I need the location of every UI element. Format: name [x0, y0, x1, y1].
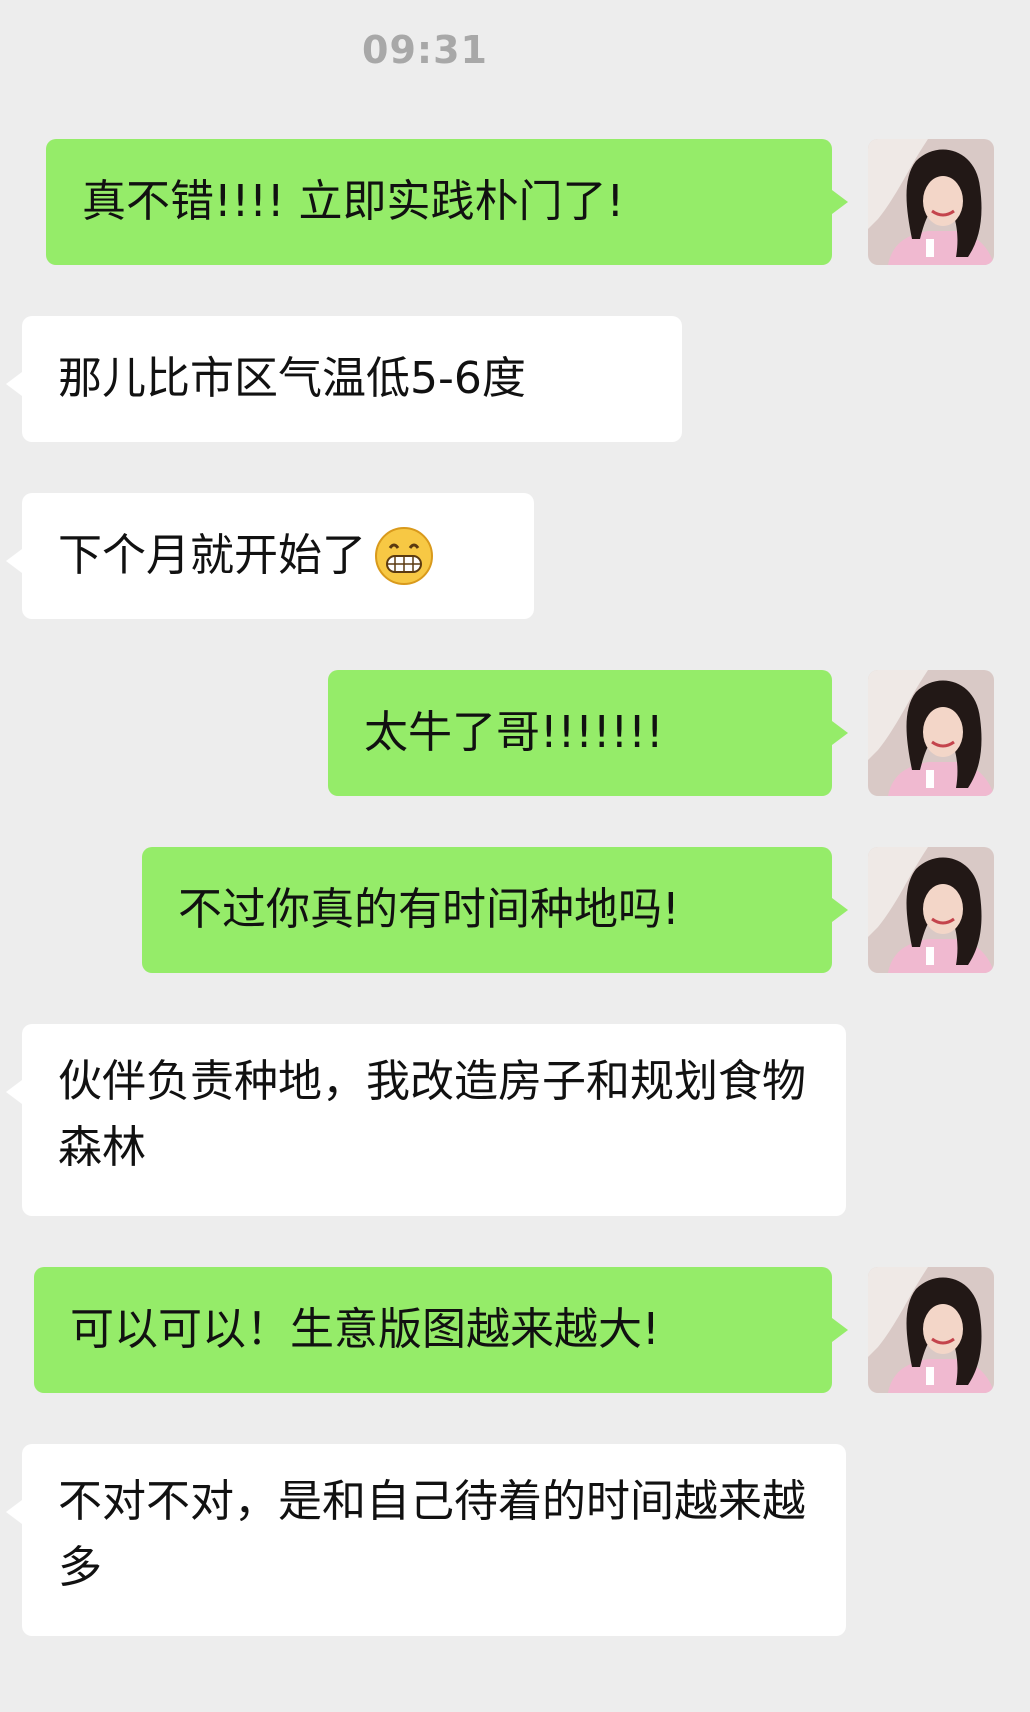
avatar-photo-icon — [868, 139, 994, 265]
message-text: 下个月就开始了 — [58, 530, 366, 581]
message-text: 那儿比市区气温低5-6度 — [58, 353, 526, 404]
user-avatar[interactable] — [868, 1267, 994, 1393]
user-avatar[interactable] — [868, 139, 994, 265]
sent-message-bubble[interactable]: 可以可以！生意版图越来越大! — [34, 1267, 848, 1393]
user-avatar[interactable] — [868, 847, 994, 973]
avatar-photo-icon — [868, 670, 994, 796]
avatar-photo-icon — [868, 1267, 994, 1393]
user-avatar[interactable] — [868, 670, 994, 796]
sent-message-bubble[interactable]: 真不错!!!! 立即实践朴门了! — [46, 139, 848, 265]
sent-message-bubble[interactable]: 太牛了哥!!!!!!! — [328, 670, 848, 796]
avatar-photo-icon — [868, 847, 994, 973]
received-message-bubble[interactable]: 伙伴负责种地，我改造房子和规划食物森林 — [6, 1024, 846, 1216]
chat-timestamp: 09:31 — [362, 28, 488, 72]
message-text: 太牛了哥!!!!!!! — [364, 707, 664, 758]
message-text: 真不错!!!! 立即实践朴门了! — [82, 176, 625, 227]
sent-message-bubble[interactable]: 不过你真的有时间种地吗! — [142, 847, 848, 973]
received-message-bubble[interactable]: 不对不对，是和自己待着的时间越来越多 — [6, 1444, 846, 1636]
grinning-face-emoji-icon — [375, 527, 433, 585]
received-message-bubble[interactable]: 下个月就开始了 — [6, 493, 534, 619]
message-text: 不对不对，是和自己待着的时间越来越多 — [58, 1476, 806, 1593]
received-message-bubble[interactable]: 那儿比市区气温低5-6度 — [6, 316, 682, 442]
chat-screen: 09:31 真不错!!!! 立即实践朴门了! 那儿比市区气温低5-6度 下个月就… — [0, 0, 1030, 1712]
message-text: 可以可以！生意版图越来越大! — [70, 1304, 660, 1355]
message-text: 伙伴负责种地，我改造房子和规划食物森林 — [58, 1056, 806, 1173]
message-text: 不过你真的有时间种地吗! — [178, 884, 680, 935]
